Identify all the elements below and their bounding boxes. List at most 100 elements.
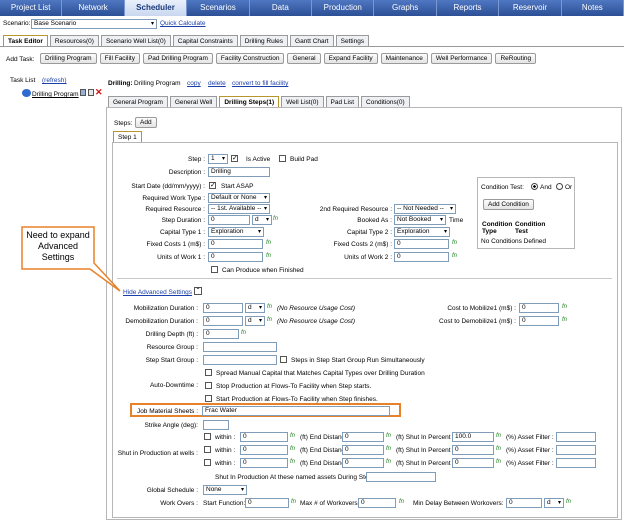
nav-reservoir[interactable]: Reservoir [499, 0, 562, 16]
add-rerouting-button[interactable]: ReRouting [495, 53, 537, 64]
asset-filter-input[interactable] [556, 445, 596, 455]
and-radio[interactable] [531, 183, 538, 190]
end-distance-input[interactable]: 0 [342, 458, 384, 468]
fixed-costs2-input[interactable]: 0 [394, 239, 449, 249]
fixed-costs1-input[interactable]: 0 [208, 239, 263, 249]
fn-icon[interactable]: fn [452, 240, 457, 246]
edit-icon[interactable] [80, 89, 86, 96]
fn-icon[interactable]: fn [496, 446, 501, 452]
fn-icon[interactable]: fn [290, 433, 295, 439]
nav-project-list[interactable]: Project List [0, 0, 63, 16]
copy-icon[interactable] [88, 89, 94, 96]
fn-icon[interactable]: fn [241, 330, 246, 336]
is-active-checkbox[interactable] [231, 155, 238, 162]
fn-icon[interactable]: fn [496, 433, 501, 439]
job-material-input[interactable]: Frac Water [202, 406, 390, 416]
fn-icon[interactable]: fn [267, 317, 272, 323]
add-expand-facility-button[interactable]: Expand Facility [323, 53, 378, 64]
asset-filter-input[interactable] [556, 432, 596, 442]
fn-icon[interactable]: fn [290, 459, 295, 465]
description-input[interactable]: Drilling [208, 167, 270, 177]
task-list-refresh-link[interactable]: (refresh) [42, 77, 67, 84]
spread-capital-checkbox[interactable] [205, 369, 212, 376]
fn-icon[interactable]: fn [452, 253, 457, 259]
end-distance-input[interactable]: 0 [342, 445, 384, 455]
copy-link[interactable]: copy [187, 80, 201, 87]
step-duration-input[interactable]: 0 [208, 215, 250, 225]
max-workovers-input[interactable]: 0 [358, 498, 396, 508]
fn-icon[interactable]: fn [496, 459, 501, 465]
add-well-performance-button[interactable]: Well Performance [430, 53, 493, 64]
units-work1-input[interactable]: 0 [208, 252, 263, 262]
shut-in-checkbox[interactable] [204, 433, 211, 440]
step-start-group-input[interactable] [203, 355, 277, 365]
collapse-icon[interactable]: ⌃ [194, 287, 202, 295]
req-resource-select[interactable]: -- 1st. Available -- [208, 204, 270, 214]
shut-in-percent-input[interactable]: 0 [452, 445, 494, 455]
nav-notes[interactable]: Notes [562, 0, 624, 16]
fn-icon[interactable]: fn [273, 216, 278, 222]
fn-icon[interactable]: fn [566, 499, 571, 505]
task-item-drilling-program[interactable]: Drilling Program [32, 91, 79, 98]
mob-duration-input[interactable]: 0 [203, 303, 243, 313]
add-pad-drilling-program-button[interactable]: Pad Drilling Program [142, 53, 213, 64]
add-general-button[interactable]: General [287, 53, 321, 64]
min-delay-input[interactable]: 0 [506, 498, 542, 508]
capital-type1-select[interactable]: Exploration [208, 227, 264, 237]
nav-graphs[interactable]: Graphs [374, 0, 437, 16]
shut-named-input[interactable] [366, 472, 436, 482]
add-facility-construction-button[interactable]: Facility Construction [215, 53, 285, 64]
start-group-checkbox[interactable] [280, 356, 287, 363]
add-fill-facility-button[interactable]: Fill Facility [99, 53, 140, 64]
shut-in-checkbox[interactable] [204, 446, 211, 453]
end-distance-input[interactable]: 0 [342, 432, 384, 442]
or-radio[interactable] [556, 183, 563, 190]
step-select[interactable]: 1 [208, 154, 228, 164]
cost-mobilize-input[interactable]: 0 [519, 303, 559, 313]
add-maintenance-button[interactable]: Maintenance [380, 53, 428, 64]
min-delay-unit-select[interactable]: d [544, 498, 564, 508]
shut-in-percent-input[interactable]: 0 [452, 458, 494, 468]
cost-demobilize-input[interactable]: 0 [519, 316, 559, 326]
fn-icon[interactable]: fn [267, 304, 272, 310]
delete-link[interactable]: delete [208, 80, 226, 87]
quick-calculate-link[interactable]: Quick Calculate [160, 20, 206, 27]
shut-in-percent-input[interactable]: 100.0 [452, 432, 494, 442]
add-step-button[interactable]: Add [135, 117, 157, 128]
fn-icon[interactable]: fn [290, 446, 295, 452]
build-pad-checkbox[interactable] [279, 155, 286, 162]
within-input[interactable]: 0 [240, 458, 288, 468]
booked-as-select[interactable]: Not Booked [394, 215, 446, 225]
within-input[interactable]: 0 [240, 432, 288, 442]
add-drilling-program-button[interactable]: Drilling Program [40, 53, 97, 64]
units-work2-input[interactable]: 0 [394, 252, 449, 262]
resource-group-input[interactable] [203, 342, 277, 352]
nav-production[interactable]: Production [312, 0, 375, 16]
fn-icon[interactable]: fn [562, 304, 567, 310]
start-function-input[interactable]: 0 [245, 498, 289, 508]
demob-duration-unit-select[interactable]: d [245, 316, 265, 326]
req-work-type-select[interactable]: Default or None [208, 193, 270, 203]
within-input[interactable]: 0 [240, 445, 288, 455]
fn-icon[interactable]: fn [386, 459, 391, 465]
global-schedule-select[interactable]: None [203, 485, 247, 495]
fn-icon[interactable]: fn [266, 253, 271, 259]
add-condition-button[interactable]: Add Condition [483, 199, 534, 210]
start-production-checkbox[interactable] [205, 395, 212, 402]
nav-reports[interactable]: Reports [437, 0, 500, 16]
stop-production-checkbox[interactable] [205, 382, 212, 389]
nav-scenarios[interactable]: Scenarios [187, 0, 250, 16]
can-produce-checkbox[interactable] [211, 266, 218, 273]
strike-angle-input[interactable] [203, 420, 229, 430]
fn-icon[interactable]: fn [386, 446, 391, 452]
nav-network[interactable]: Network [62, 0, 125, 16]
drilling-depth-input[interactable]: 0 [203, 329, 239, 339]
capital-type2-select[interactable]: Exploration [394, 227, 450, 237]
fn-icon[interactable]: fn [386, 433, 391, 439]
delete-icon[interactable]: ✕ [95, 87, 103, 98]
scenario-select[interactable]: Base Scenario [31, 19, 157, 29]
hide-advanced-link[interactable]: Hide Advanced Settings [123, 289, 192, 296]
convert-link[interactable]: convert to fill facility [232, 80, 288, 87]
req-resource2-select[interactable]: -- Not Needed -- [394, 204, 456, 214]
step-duration-unit-select[interactable]: d [252, 215, 272, 225]
